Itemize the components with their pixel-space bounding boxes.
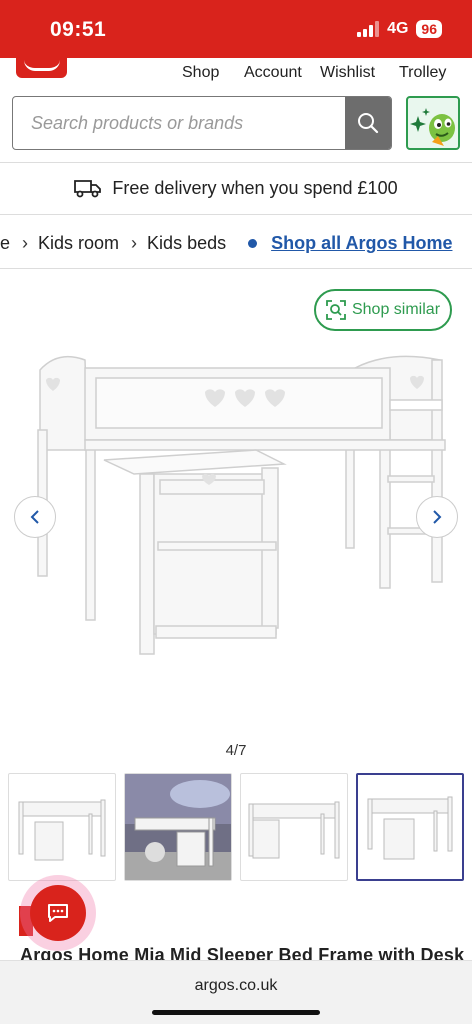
divider (0, 162, 472, 163)
divider (0, 268, 472, 269)
search-input[interactable] (13, 97, 347, 149)
thumbnail-image (125, 774, 231, 880)
thumbnail-3[interactable] (240, 773, 348, 881)
thumbnail-image (18, 799, 106, 861)
chevron-right-icon (433, 510, 442, 524)
thumbnail-image (367, 796, 453, 860)
network-label: 4G (387, 20, 409, 37)
shop-similar-button[interactable]: Shop similar (314, 289, 452, 331)
thumbnail-image (248, 801, 340, 859)
chevron-right-icon: › (22, 232, 29, 253)
bullet-dot (248, 238, 258, 248)
chevron-left-icon (30, 510, 39, 524)
top-nav: Shop Account Wishlist Trolley (0, 64, 472, 86)
thumbnail-4-active[interactable] (356, 773, 464, 881)
search-button[interactable] (345, 97, 391, 149)
visual-search-icon (326, 300, 346, 320)
nav-wishlist[interactable]: Wishlist (320, 64, 375, 82)
shop-similar-label: Shop similar (351, 301, 441, 318)
battery-icon: 96 (416, 20, 442, 38)
divider (0, 214, 472, 215)
breadcrumb: re › Kids room › Kids beds Shop all Argo… (0, 230, 452, 256)
signal-icon (357, 21, 380, 37)
product-image[interactable] (30, 350, 450, 660)
search-bar (12, 96, 392, 150)
status-time: 09:51 (50, 18, 107, 41)
image-counter: 4/7 (225, 742, 247, 759)
previous-image-button[interactable] (14, 496, 56, 538)
delivery-banner: Free delivery when you spend £100 (0, 176, 472, 200)
nav-trolley[interactable]: Trolley (399, 64, 446, 82)
chat-button[interactable] (30, 885, 86, 941)
thumbnail-1[interactable] (8, 773, 116, 881)
status-indicators: 4G 96 (357, 20, 442, 38)
delivery-text: Free delivery when you spend £100 (112, 177, 398, 198)
breadcrumb-kids-room[interactable]: Kids room (38, 233, 119, 254)
nav-account[interactable]: Account (244, 64, 302, 82)
home-indicator (152, 1010, 320, 1015)
delivery-truck-icon (74, 180, 102, 198)
ai-assistant-button[interactable] (406, 96, 460, 150)
breadcrumb-kids-beds[interactable]: Kids beds (147, 233, 226, 254)
assistant-mascot-icon (410, 108, 455, 146)
chat-icon (48, 904, 68, 922)
chevron-right-icon: › (131, 232, 138, 253)
status-bar: 09:51 4G 96 (0, 0, 472, 58)
shop-all-link[interactable]: Shop all Argos Home (271, 233, 452, 254)
search-icon (358, 113, 379, 134)
next-image-button[interactable] (416, 496, 458, 538)
browser-url[interactable]: argos.co.uk (0, 977, 472, 995)
thumbnail-2[interactable] (124, 773, 232, 881)
breadcrumb-partial[interactable]: re (0, 233, 10, 254)
nav-shop[interactable]: Shop (182, 64, 219, 82)
